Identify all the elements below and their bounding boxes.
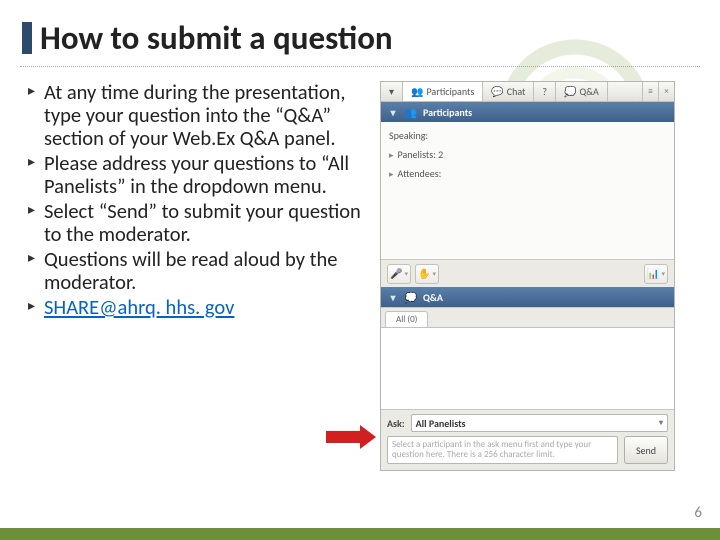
tab-participants[interactable]: 👥Participants bbox=[403, 82, 483, 101]
qa-tab-all[interactable]: All (0) bbox=[385, 311, 428, 327]
tab-chat-label: Chat bbox=[507, 85, 526, 98]
speaking-row: Speaking: bbox=[389, 126, 666, 145]
ask-value: All Panelists bbox=[416, 417, 466, 430]
participants-header-label: Participants bbox=[423, 106, 472, 119]
chevron-down-icon: ▾ bbox=[659, 418, 663, 428]
attendees-label: Attendees: bbox=[398, 167, 442, 180]
tab-chat[interactable]: 💬 Chat bbox=[483, 82, 534, 101]
bullet-3: Select “Send” to submit your question to… bbox=[30, 200, 370, 246]
feedback-icon: 📊 bbox=[647, 267, 659, 280]
hand-button[interactable]: ✋▾ bbox=[415, 264, 439, 284]
close-icon[interactable]: × bbox=[658, 82, 674, 101]
menu-icon[interactable]: ≡ bbox=[642, 82, 658, 101]
slide-title: How to submit a question bbox=[40, 18, 720, 58]
webex-panel: ▾ 👥Participants 💬Chat ? 💭Q&A ≡ × ▾ 👥 Par… bbox=[380, 81, 675, 471]
footer-bar bbox=[0, 528, 720, 540]
qa-subtabs: All (0) bbox=[381, 307, 674, 327]
people-icon: 👥 bbox=[411, 85, 423, 98]
panelists-label: Panelists: 2 bbox=[398, 148, 444, 161]
participants-body: Speaking: Panelists: 2 Attendees: bbox=[381, 122, 674, 259]
qa-header-label: Q&A bbox=[423, 291, 443, 304]
chevron-down-icon[interactable]: ▾ bbox=[387, 291, 399, 303]
feedback-button[interactable]: 📊▾ bbox=[644, 264, 668, 284]
bullet-1: At any time during the presentation, typ… bbox=[30, 81, 370, 150]
attendees-row[interactable]: Attendees: bbox=[389, 164, 666, 183]
people-icon: 👥 bbox=[405, 106, 417, 118]
collapse-icon[interactable]: ▾ bbox=[381, 82, 403, 101]
qa-icon: 💭 bbox=[564, 85, 576, 98]
question-input[interactable]: Select a participant in the ask menu fir… bbox=[387, 436, 618, 464]
qa-message-area bbox=[381, 327, 674, 409]
hand-icon: ✋ bbox=[418, 267, 430, 280]
panelists-row[interactable]: Panelists: 2 bbox=[389, 145, 666, 164]
page-number: 6 bbox=[694, 504, 702, 522]
panel-tabs: ▾ 👥Participants 💬 Chat ? 💭Q&A ≡ × bbox=[381, 82, 674, 102]
bullet-5: SHARE@ahrq. hhs. gov bbox=[30, 296, 370, 319]
ask-row: Ask: All Panelists ▾ bbox=[381, 409, 674, 436]
mic-icon: 🎤 bbox=[390, 267, 402, 280]
bullet-2: Please address your questions to “All Pa… bbox=[30, 152, 370, 198]
qa-header: ▾ 💭 Q&A bbox=[381, 287, 674, 307]
bullet-4: Questions will be read aloud by the mode… bbox=[30, 248, 370, 294]
mute-button[interactable]: 🎤▾ bbox=[387, 264, 411, 284]
ask-label: Ask: bbox=[387, 417, 405, 430]
qa-icon: 💭 bbox=[405, 291, 417, 303]
ask-dropdown[interactable]: All Panelists ▾ bbox=[411, 414, 668, 432]
tab-help[interactable]: ? bbox=[534, 82, 556, 101]
send-button[interactable]: Send bbox=[624, 436, 668, 464]
participants-header: ▾ 👥 Participants bbox=[381, 102, 674, 122]
chat-icon: 💬 bbox=[491, 85, 503, 98]
title-accent bbox=[22, 22, 32, 54]
chevron-down-icon[interactable]: ▾ bbox=[387, 106, 399, 118]
email-link[interactable]: SHARE@ahrq. hhs. gov bbox=[44, 294, 234, 320]
instruction-list: At any time during the presentation, typ… bbox=[30, 81, 380, 471]
tab-qa[interactable]: 💭Q&A bbox=[556, 82, 608, 101]
tab-participants-label: Participants bbox=[426, 85, 474, 98]
type-row: Select a participant in the ask menu fir… bbox=[381, 436, 674, 470]
red-arrow bbox=[326, 425, 376, 449]
tab-qa-label: Q&A bbox=[579, 85, 598, 98]
participants-toolbar: 🎤▾ ✋▾ 📊▾ bbox=[381, 259, 674, 287]
